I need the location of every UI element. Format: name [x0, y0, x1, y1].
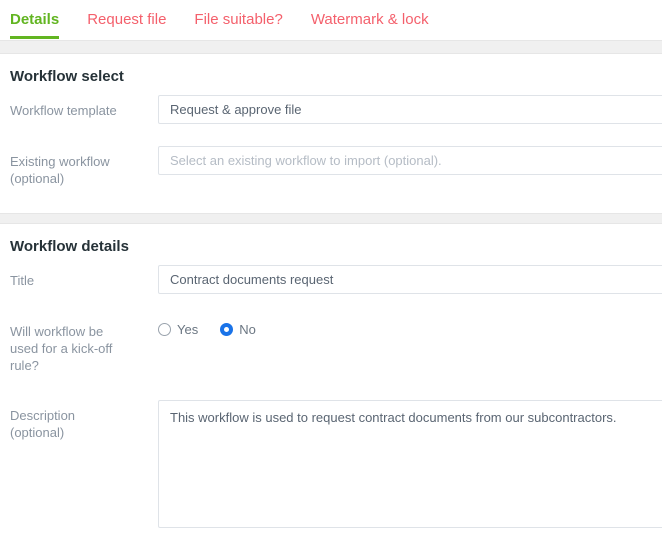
kickoff-rule-radio-group: Yes No: [158, 316, 662, 337]
tab-file-suitable[interactable]: File suitable?: [194, 0, 282, 40]
title-label: Title: [10, 273, 35, 288]
kickoff-rule-option-yes[interactable]: Yes: [158, 322, 198, 337]
section-divider-top: [0, 40, 662, 54]
tab-file-suitable-label: File suitable?: [194, 11, 283, 28]
workflow-template-input[interactable]: [158, 95, 662, 124]
workflow-details-section: Workflow details Title Will workflow be …: [0, 224, 662, 528]
existing-workflow-label: Existing workflow (optional): [10, 146, 158, 187]
kickoff-rule-label-line3: rule?: [10, 358, 39, 373]
kickoff-rule-field: Yes No: [158, 316, 662, 337]
workflow-select-heading: Workflow select: [10, 68, 124, 85]
tab-watermark-lock-label: Watermark & lock: [310, 11, 429, 28]
description-field: This workflow is used to request contrac…: [158, 400, 662, 528]
tab-bar: Details Request file File suitable? Wate…: [0, 0, 662, 40]
section-divider-middle: [0, 213, 662, 224]
row-description: Description (optional) This workflow is …: [10, 400, 662, 528]
tab-active-underline: [10, 36, 60, 39]
existing-workflow-label-line1: Existing workflow: [10, 154, 110, 169]
row-title: Title: [10, 265, 662, 294]
existing-workflow-input[interactable]: [158, 146, 662, 175]
workflow-details-heading: Workflow details: [10, 238, 129, 255]
title-input[interactable]: [158, 265, 662, 294]
row-workflow-template: Workflow template: [10, 95, 662, 124]
description-label-line2: (optional): [10, 425, 65, 440]
tab-details[interactable]: Details: [10, 0, 60, 40]
existing-workflow-field: [158, 146, 662, 175]
tab-details-label: Details: [10, 11, 60, 28]
workflow-template-label: Workflow template: [10, 103, 117, 118]
tab-request-file[interactable]: Request file: [87, 0, 166, 40]
kickoff-rule-label-line1: Will workflow be: [10, 324, 104, 339]
kickoff-rule-option-no-label: No: [239, 322, 256, 337]
existing-workflow-label-line2: (optional): [10, 171, 65, 186]
title-field: [158, 265, 662, 294]
description-textarea[interactable]: This workflow is used to request contrac…: [158, 400, 662, 528]
kickoff-rule-label-line2: used for a kick-off: [10, 341, 113, 356]
radio-unchecked-icon[interactable]: [158, 323, 171, 336]
kickoff-rule-label: Will workflow be used for a kick-off rul…: [10, 316, 158, 374]
description-label: Description (optional): [10, 400, 158, 441]
row-existing-workflow: Existing workflow (optional): [10, 146, 662, 187]
tab-watermark-lock[interactable]: Watermark & lock: [311, 0, 429, 40]
description-label-line1: Description: [10, 408, 76, 423]
workflow-select-section: Workflow select Workflow template Existi…: [0, 54, 662, 213]
row-kickoff-rule: Will workflow be used for a kick-off rul…: [10, 316, 662, 374]
kickoff-rule-option-no[interactable]: No: [220, 322, 256, 337]
radio-checked-icon[interactable]: [220, 323, 234, 336]
workflow-template-field: [158, 95, 662, 124]
kickoff-rule-option-yes-label: Yes: [177, 322, 199, 337]
tab-request-file-label: Request file: [87, 11, 167, 28]
